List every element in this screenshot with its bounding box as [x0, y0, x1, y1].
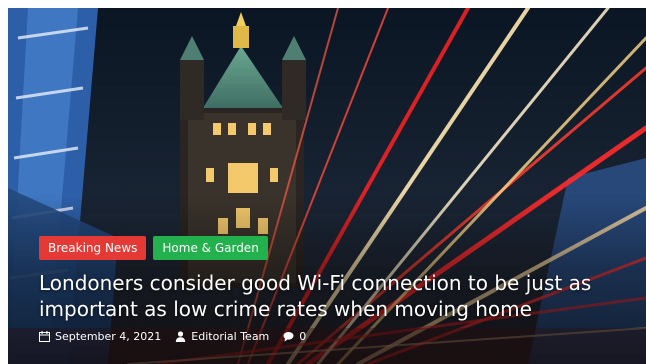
- calendar-icon: [39, 331, 50, 342]
- category-tag-home-garden[interactable]: Home & Garden: [153, 236, 268, 260]
- post-date-text: September 4, 2021: [55, 330, 162, 343]
- featured-post-card[interactable]: Breaking News Home & Garden Londoners co…: [8, 8, 646, 364]
- post-title[interactable]: Londoners consider good Wi-Fi connection…: [39, 270, 629, 322]
- post-comments[interactable]: 0: [283, 330, 306, 343]
- post-comments-count: 0: [299, 330, 307, 343]
- post-author[interactable]: Editorial Team: [175, 330, 269, 343]
- post-meta: September 4, 2021 Editorial Team 0: [39, 330, 320, 343]
- user-icon: [175, 331, 186, 342]
- post-date[interactable]: September 4, 2021: [39, 330, 161, 343]
- category-tags: Breaking News Home & Garden: [39, 236, 268, 260]
- post-author-text: Editorial Team: [191, 330, 270, 343]
- category-tag-breaking-news[interactable]: Breaking News: [39, 236, 147, 260]
- comment-icon: [283, 331, 294, 342]
